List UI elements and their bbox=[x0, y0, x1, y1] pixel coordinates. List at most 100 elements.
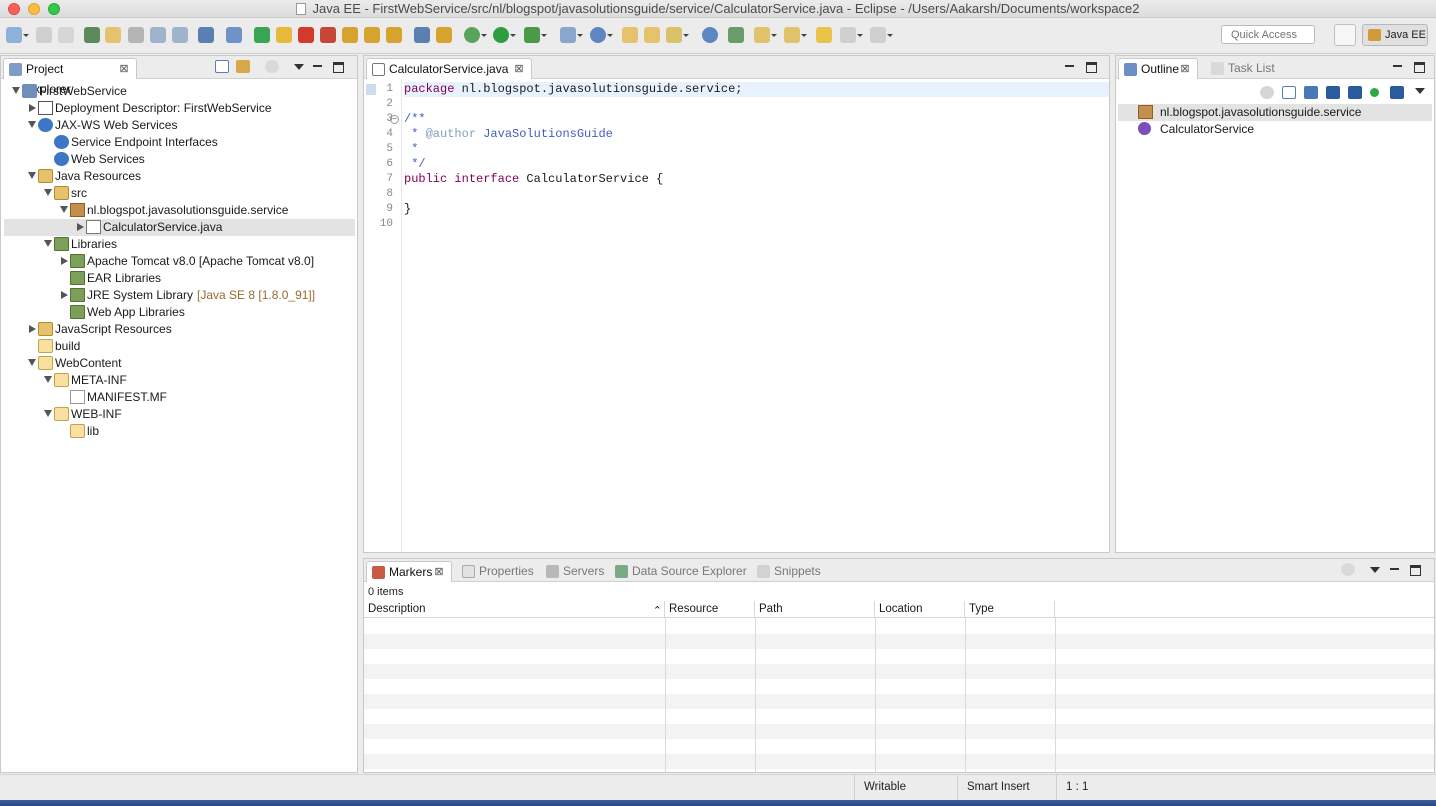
tab-project-explorer[interactable]: Project Explorer ⊠ bbox=[3, 58, 137, 96]
close-window-button[interactable] bbox=[8, 3, 20, 15]
code-line[interactable]: public interface CalculatorService { bbox=[404, 172, 1109, 187]
save-all-icon[interactable] bbox=[58, 27, 74, 43]
tree-item[interactable]: META-INF bbox=[4, 372, 355, 389]
collapsed-twisty-icon[interactable] bbox=[77, 223, 84, 231]
expanded-twisty-icon[interactable] bbox=[44, 189, 52, 196]
tree-item[interactable]: CalculatorService.java bbox=[4, 219, 355, 236]
maximize-icon[interactable] bbox=[333, 62, 344, 73]
tab-snippets[interactable]: Snippets bbox=[752, 561, 821, 582]
debug-server-icon[interactable] bbox=[84, 27, 100, 43]
code-line[interactable]: /** bbox=[404, 112, 1109, 127]
sort-icon[interactable] bbox=[1304, 86, 1318, 99]
close-icon[interactable]: ⊠ bbox=[1180, 64, 1190, 75]
expanded-twisty-icon[interactable] bbox=[44, 240, 52, 247]
close-icon[interactable]: ⊠ bbox=[119, 64, 129, 75]
tree-item[interactable]: WebContent bbox=[4, 355, 355, 372]
column-header-path[interactable]: Path bbox=[755, 601, 875, 618]
outline-item[interactable]: nl.blogspot.javasolutionsguide.service bbox=[1118, 104, 1432, 121]
collapsed-twisty-icon[interactable] bbox=[29, 104, 36, 112]
step-return-icon[interactable] bbox=[386, 27, 402, 43]
expanded-twisty-icon[interactable] bbox=[44, 376, 52, 383]
last-edit-location-icon[interactable] bbox=[816, 27, 832, 43]
filters-icon[interactable] bbox=[1341, 563, 1355, 576]
tree-item[interactable]: lib bbox=[4, 423, 355, 440]
maximize-icon[interactable] bbox=[1086, 62, 1097, 73]
suspend-icon[interactable] bbox=[276, 27, 292, 43]
tab-properties[interactable]: Properties bbox=[457, 561, 534, 582]
outline-item[interactable]: CalculatorService bbox=[1118, 121, 1432, 138]
expanded-twisty-icon[interactable] bbox=[60, 206, 68, 213]
column-header-description[interactable]: Description ⌃ bbox=[364, 601, 665, 618]
tree-item[interactable]: WEB-INF bbox=[4, 406, 355, 423]
tree-item[interactable]: Libraries bbox=[4, 236, 355, 253]
tab-markers[interactable]: Markers ⊠ bbox=[366, 561, 452, 582]
tab-data-source-explorer[interactable]: Data Source Explorer bbox=[610, 561, 747, 582]
collapse-all-icon[interactable] bbox=[1282, 86, 1296, 99]
code-line[interactable]: package nl.blogspot.javasolutionsguide.s… bbox=[404, 82, 1109, 97]
code-line[interactable]: } bbox=[404, 202, 1109, 217]
tree-item[interactable]: Web App Libraries bbox=[4, 304, 355, 321]
tree-item[interactable]: JRE System Library [Java SE 8 [1.8.0_91]] bbox=[4, 287, 355, 304]
sync-icon[interactable] bbox=[1260, 86, 1274, 99]
code-line[interactable] bbox=[404, 187, 1109, 202]
resume-icon[interactable] bbox=[254, 27, 270, 43]
column-header-location[interactable]: Location bbox=[875, 601, 965, 618]
view-menu-icon[interactable] bbox=[293, 61, 305, 73]
fold-collapse-icon[interactable]: − bbox=[390, 115, 399, 124]
step-into-icon[interactable] bbox=[342, 27, 358, 43]
terminate-icon[interactable] bbox=[298, 27, 314, 43]
disconnect-icon[interactable] bbox=[320, 27, 336, 43]
view-menu-icon[interactable] bbox=[1369, 564, 1381, 576]
console-icon[interactable] bbox=[198, 27, 214, 43]
code-line[interactable]: * bbox=[404, 142, 1109, 157]
minimize-icon[interactable] bbox=[1064, 61, 1076, 73]
code-line[interactable]: */ bbox=[404, 157, 1109, 172]
new-web-service-icon[interactable] bbox=[590, 27, 613, 43]
tree-item[interactable]: Deployment Descriptor: FirstWebService bbox=[4, 100, 355, 117]
run-icon[interactable] bbox=[493, 27, 516, 43]
forward-icon[interactable] bbox=[870, 27, 893, 43]
minimize-icon[interactable] bbox=[1389, 564, 1401, 576]
minimize-window-button[interactable] bbox=[28, 3, 40, 15]
hide-local-types-icon[interactable] bbox=[1390, 86, 1404, 99]
column-header-resource[interactable]: Resource bbox=[665, 601, 755, 618]
step-over-icon[interactable] bbox=[364, 27, 380, 43]
open-task-icon[interactable] bbox=[644, 27, 660, 43]
column-header-type[interactable]: Type bbox=[965, 601, 1055, 618]
debug-icon[interactable] bbox=[464, 27, 487, 43]
code-line[interactable] bbox=[404, 217, 1109, 232]
next-annotation-icon[interactable] bbox=[754, 27, 777, 43]
tab-calculator-service-java[interactable]: CalculatorService.java ⊠ bbox=[366, 58, 532, 79]
tree-item[interactable]: JAX-WS Web Services bbox=[4, 117, 355, 134]
tree-item[interactable]: Service Endpoint Interfaces bbox=[4, 134, 355, 151]
tab-servers[interactable]: Servers bbox=[541, 561, 604, 582]
expanded-twisty-icon[interactable] bbox=[28, 172, 36, 179]
expanded-twisty-icon[interactable] bbox=[28, 121, 36, 128]
view-menu-icon[interactable] bbox=[1414, 85, 1426, 97]
hide-non-public-icon[interactable] bbox=[1370, 88, 1379, 97]
toggle-breadcrumb-icon[interactable] bbox=[128, 27, 144, 43]
run-external-tools-icon[interactable] bbox=[524, 27, 547, 43]
mark-occurrences-icon[interactable] bbox=[105, 27, 121, 43]
close-icon[interactable]: ⊠ bbox=[514, 64, 524, 75]
link-with-editor-icon[interactable] bbox=[236, 60, 250, 73]
use-step-filters-icon[interactable] bbox=[436, 27, 452, 43]
hide-static-icon[interactable] bbox=[1348, 86, 1362, 99]
skip-breakpoints-icon[interactable] bbox=[226, 27, 242, 43]
open-web-browser-icon[interactable] bbox=[702, 27, 718, 43]
maximize-window-button[interactable] bbox=[48, 3, 60, 15]
minimize-icon[interactable] bbox=[312, 61, 324, 73]
tree-item[interactable]: JavaScript Resources bbox=[4, 321, 355, 338]
java-ee-perspective-button[interactable]: Java EE bbox=[1362, 24, 1428, 46]
tab-task-list[interactable]: Task List bbox=[1206, 58, 1275, 79]
hide-fields-icon[interactable] bbox=[1326, 86, 1340, 99]
tree-item[interactable]: MANIFEST.MF bbox=[4, 389, 355, 406]
close-icon[interactable]: ⊠ bbox=[434, 567, 444, 578]
maximize-icon[interactable] bbox=[1414, 62, 1425, 73]
open-perspective-button[interactable] bbox=[1334, 24, 1356, 46]
new-server-icon[interactable] bbox=[560, 27, 583, 43]
back-icon[interactable] bbox=[840, 27, 863, 43]
maximize-icon[interactable] bbox=[1410, 565, 1421, 576]
collapsed-twisty-icon[interactable] bbox=[61, 291, 68, 299]
tree-item[interactable]: FirstWebService bbox=[4, 83, 355, 100]
